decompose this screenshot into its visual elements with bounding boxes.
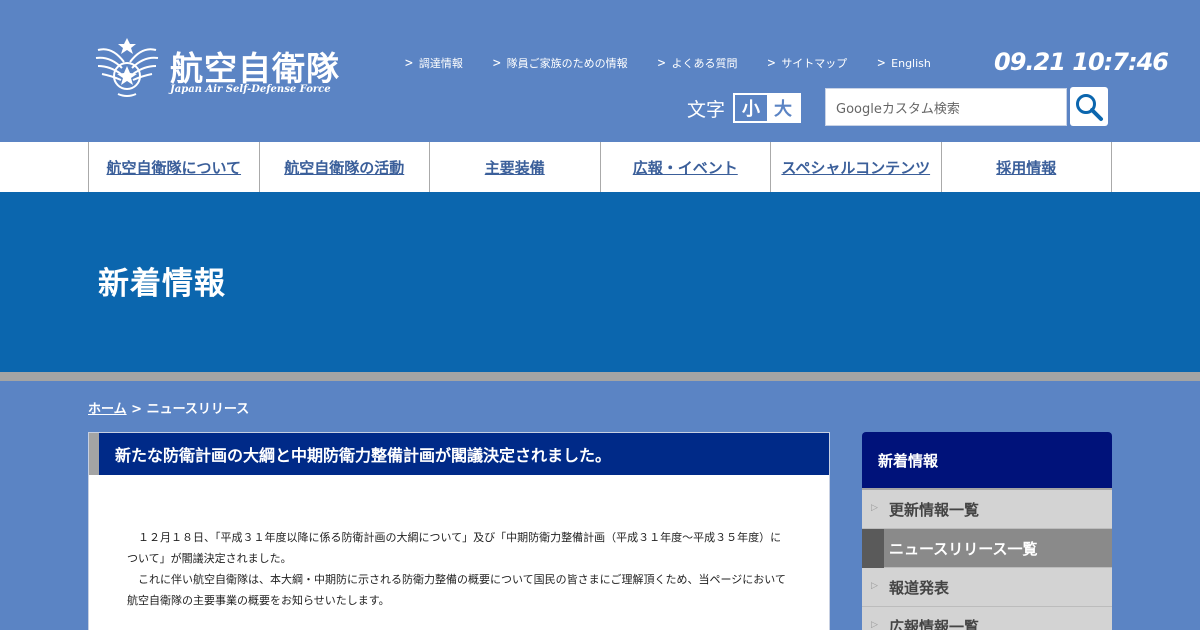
breadcrumb-current: ニュースリリース: [146, 402, 250, 417]
sidebar-title: 新着情報: [862, 432, 1112, 490]
article-body: １２月１８日、「平成３１年度以降に係る防衛計画の大綱について」及び「中期防衛力整…: [127, 527, 792, 611]
site-logo[interactable]: 航空自衛隊 Japan Air Self-Defense Force: [94, 36, 339, 100]
nav-item-label: 主要装備: [484, 158, 545, 177]
utility-links: > 調達情報 > 隊員ご家族のための情報 > よくある質問 > サイトマップ > Engl…: [405, 55, 961, 71]
utility-link-label: サイトマップ: [781, 57, 848, 70]
sidebar-item-label: 広報情報一覧: [889, 617, 980, 630]
font-size-control: 文字 小 大: [687, 93, 802, 123]
utility-link-family[interactable]: > 隊員ご家族のための情報: [493, 55, 628, 71]
sidebar: 新着情報 ▷ 更新情報一覧 ニュースリリース一覧 ▷ 報道発表 ▷ 広報情報一覧: [862, 432, 1112, 630]
utility-link-label: English: [891, 56, 931, 70]
utility-link-label: 隊員ご家族のための情報: [506, 57, 628, 70]
breadcrumb-separator: >: [126, 402, 147, 417]
sidebar-item-news-release[interactable]: ニュースリリース一覧: [862, 529, 1112, 568]
nav-item-label: 航空自衛隊について: [106, 158, 242, 177]
article: 新たな防衛計画の大綱と中期防衛力整備計画が閣議決定されました。 １２月１８日、「…: [88, 432, 830, 630]
sidebar-item-label: ニュースリリース一覧: [889, 539, 1038, 558]
utility-link-faq[interactable]: > よくある質問: [658, 55, 738, 71]
sidebar-item-press[interactable]: ▷ 報道発表: [862, 568, 1112, 607]
breadcrumb: ホーム > ニュースリリース: [88, 398, 249, 417]
clock-display: 09.21 10:7:46: [994, 48, 1169, 76]
utility-link-english[interactable]: > English: [877, 55, 931, 71]
utility-link-label: よくある質問: [671, 57, 738, 70]
search-button[interactable]: [1070, 87, 1108, 126]
article-paragraph: １２月１８日、「平成３１年度以降に係る防衛計画の大綱について」及び「中期防衛力整…: [127, 531, 782, 565]
jasdf-emblem-icon: [95, 38, 159, 97]
logo-subtitle: Japan Air Self-Defense Force: [170, 84, 331, 95]
font-small-button[interactable]: 小: [735, 95, 768, 121]
nav-item-equipment[interactable]: 主要装備: [430, 142, 601, 192]
chevron-right-icon: >: [657, 55, 666, 71]
nav-item-pr-events[interactable]: 広報・イベント: [601, 142, 771, 192]
font-size-label: 文字: [687, 98, 726, 121]
global-nav-list: 航空自衛隊について 航空自衛隊の活動 主要装備 広報・イベント スペシャルコンテ…: [88, 142, 1112, 192]
chevron-right-icon: >: [492, 55, 501, 71]
utility-link-sitemap[interactable]: > サイトマップ: [767, 55, 847, 71]
nav-item-label: 航空自衛隊の活動: [284, 158, 405, 177]
bullet-arrow-icon: ▷: [871, 620, 878, 630]
nav-item-about[interactable]: 航空自衛隊について: [89, 142, 260, 192]
nav-item-label: 採用情報: [996, 158, 1057, 177]
article-paragraph: これに伴い航空自衛隊は、本大綱・中期防に示される防衛力整備の概要について国民の皆…: [127, 573, 786, 607]
utility-link-procurement[interactable]: > 調達情報: [405, 55, 463, 71]
font-large-button[interactable]: 大: [767, 95, 800, 121]
nav-item-special[interactable]: スペシャルコンテンツ: [771, 142, 942, 192]
chevron-right-icon: >: [405, 55, 413, 71]
sidebar-item-pr-info[interactable]: ▷ 広報情報一覧: [862, 607, 1112, 630]
sidebar-item-updates[interactable]: ▷ 更新情報一覧: [862, 490, 1112, 529]
bullet-arrow-icon: ▷: [871, 581, 878, 591]
sidebar-item-label: 更新情報一覧: [889, 500, 980, 519]
article-header: 新たな防衛計画の大綱と中期防衛力整備計画が閣議決定されました。: [89, 433, 829, 475]
search-icon: [1076, 93, 1103, 121]
nav-item-activities[interactable]: 航空自衛隊の活動: [260, 142, 430, 192]
article-title: 新たな防衛計画の大綱と中期防衛力整備計画が閣議決定されました。: [115, 446, 612, 465]
global-nav: 航空自衛隊について 航空自衛隊の活動 主要装備 広報・イベント スペシャルコンテ…: [0, 142, 1200, 192]
nav-item-recruit[interactable]: 採用情報: [942, 142, 1112, 192]
active-indicator: [862, 529, 884, 568]
hero-divider: [0, 372, 1200, 381]
chevron-right-icon: >: [877, 55, 886, 71]
chevron-right-icon: >: [767, 55, 776, 71]
search-input[interactable]: Googleカスタム検索: [825, 88, 1067, 126]
font-size-toggle: 小 大: [733, 93, 802, 123]
page-hero: 新着情報: [0, 192, 1200, 372]
logo-title: 航空自衛隊: [170, 49, 340, 88]
nav-item-label: スペシャルコンテンツ: [781, 158, 931, 177]
sidebar-item-label: 報道発表: [889, 578, 950, 597]
breadcrumb-home-link[interactable]: ホーム: [88, 402, 127, 417]
site-header: 航空自衛隊 Japan Air Self-Defense Force > 調達情報…: [0, 0, 1200, 142]
bullet-arrow-icon: ▷: [871, 503, 878, 513]
nav-item-label: 広報・イベント: [632, 158, 738, 177]
utility-link-label: 調達情報: [418, 57, 463, 70]
page-title: 新着情報: [98, 266, 226, 302]
